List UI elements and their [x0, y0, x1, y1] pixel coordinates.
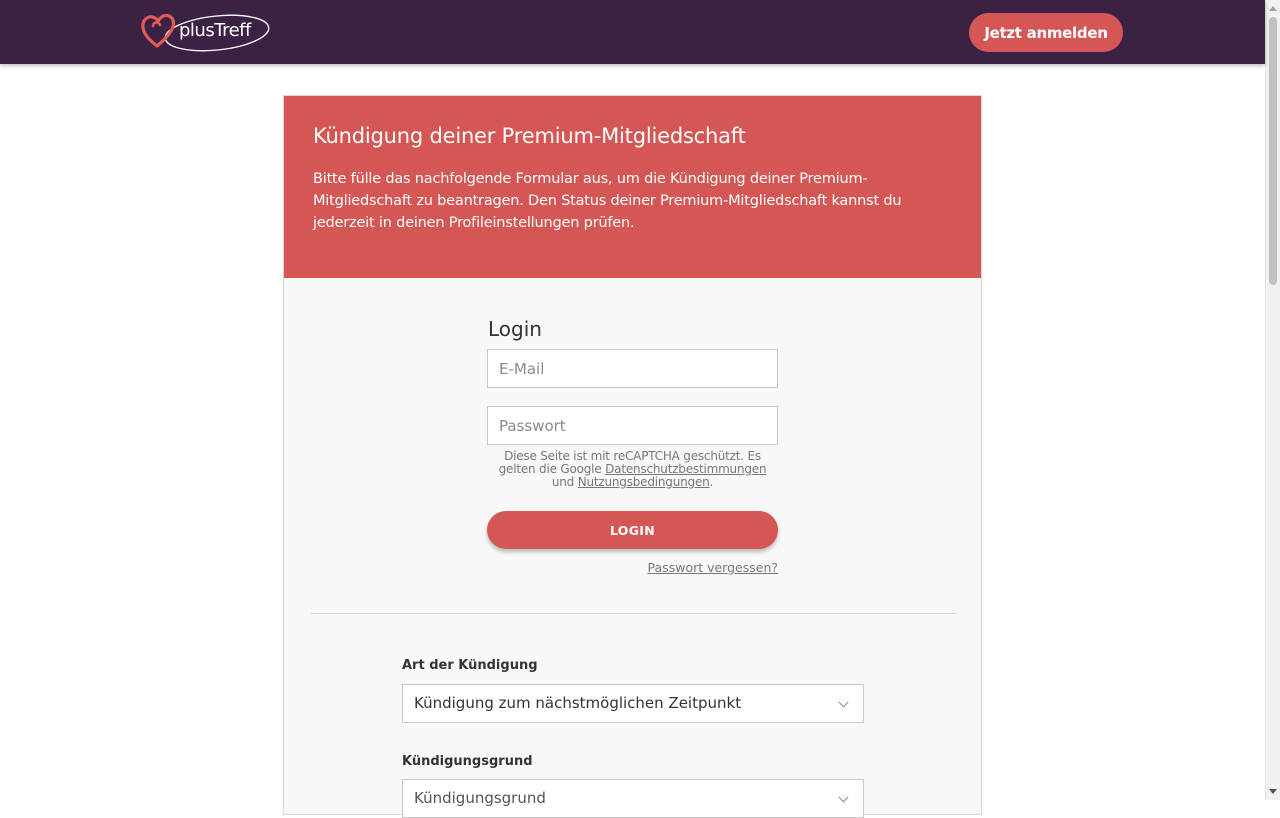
logo[interactable]: plusTreff [141, 10, 273, 54]
logo-text: plusTreff [179, 20, 251, 41]
password-input[interactable] [487, 406, 778, 445]
cancellation-reason-select[interactable]: Kündigungsgrund [402, 779, 864, 818]
privacy-link[interactable]: Datenschutzbestimmungen [605, 462, 766, 476]
forgot-password-link[interactable]: Passwort vergessen? [487, 560, 778, 575]
chevron-down-icon [838, 792, 849, 803]
top-header: plusTreff Jetzt anmelden [0, 0, 1265, 64]
login-heading: Login [488, 317, 542, 341]
terms-link[interactable]: Nutzungsbedingungen [578, 475, 710, 489]
cancellation-reason-value: Kündigungsgrund [414, 789, 546, 807]
scroll-thumb[interactable] [1269, 17, 1277, 285]
chevron-down-icon [838, 697, 849, 708]
section-divider [311, 613, 956, 614]
cancellation-type-label: Art der Kündigung [402, 658, 538, 673]
email-input[interactable] [487, 349, 778, 388]
cancellation-reason-label: Kündigungsgrund [402, 754, 533, 769]
scroll-up-arrow-icon[interactable] [1269, 6, 1277, 11]
card-header: Kündigung deiner Premium-Mitgliedschaft … [284, 96, 981, 278]
cancellation-card: Kündigung deiner Premium-Mitgliedschaft … [283, 95, 982, 818]
login-button[interactable]: LOGIN [487, 511, 778, 549]
register-now-button[interactable]: Jetzt anmelden [969, 13, 1123, 52]
page-title: Kündigung deiner Premium-Mitgliedschaft [313, 124, 746, 148]
recaptcha-and-text: und [551, 475, 575, 489]
cancellation-type-value: Kündigung zum nächstmöglichen Zeitpunkt [414, 694, 742, 712]
scroll-down-arrow-icon[interactable] [1269, 789, 1277, 794]
page-scrollbar[interactable] [1265, 0, 1280, 800]
recaptcha-notice: Diese Seite ist mit reCAPTCHA geschützt.… [487, 450, 778, 489]
cancellation-type-select[interactable]: Kündigung zum nächstmöglichen Zeitpunkt [402, 684, 864, 723]
intro-text: Bitte fülle das nachfolgende Formular au… [313, 171, 902, 231]
recaptcha-period: . [709, 475, 714, 489]
